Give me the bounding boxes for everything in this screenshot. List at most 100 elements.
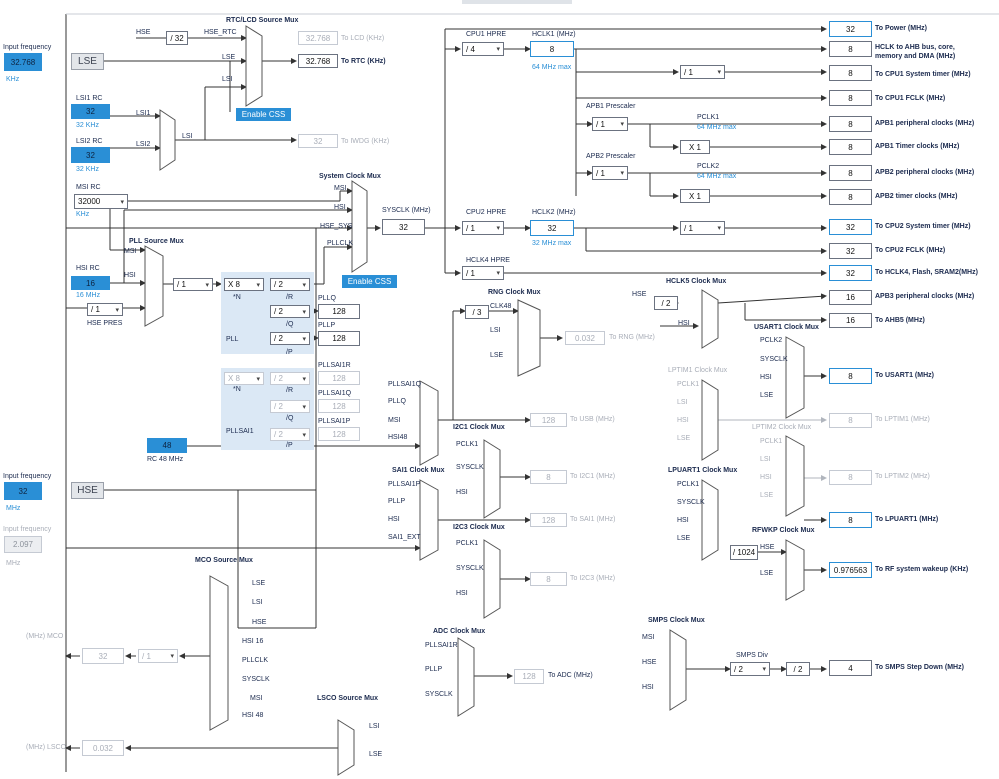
pll-hsi-label: HSI bbox=[124, 272, 136, 279]
adc-pllsai1r-label: PLLSAI1R bbox=[425, 642, 458, 649]
apb1-prescaler-dropdown[interactable]: / 1 ▾ bbox=[592, 117, 628, 131]
pll-n-value: X 8 bbox=[228, 280, 241, 289]
cpu1-hpre-dropdown[interactable]: / 4 ▾ bbox=[462, 42, 504, 56]
lse-input-frequency-field[interactable]: 32.768 bbox=[4, 53, 42, 71]
pllsai1r-label: PLLSAI1R bbox=[318, 362, 351, 369]
lsco-lse-label: LSE bbox=[369, 751, 383, 758]
mco-item-msi: MSI bbox=[250, 695, 263, 702]
rtc-lsi-label: LSI bbox=[222, 76, 233, 83]
pll-label: PLL bbox=[226, 336, 239, 343]
lpuart1-lse-label: LSE bbox=[677, 535, 691, 542]
usart1-lse-label: LSE bbox=[760, 392, 774, 399]
smps-div-dropdown[interactable]: / 2 ▾ bbox=[730, 662, 770, 676]
msi-frequency-dropdown[interactable]: 32000 ▾ bbox=[74, 194, 128, 209]
pllm-dropdown[interactable]: / 1 ▾ bbox=[173, 278, 213, 291]
i2c3-label: To I2C3 (MHz) bbox=[570, 575, 616, 582]
usart1-value[interactable]: 8 bbox=[829, 368, 872, 384]
hclk4-hpre-dropdown[interactable]: / 1 ▾ bbox=[462, 266, 504, 280]
pclk1-label: PCLK1 bbox=[697, 114, 720, 121]
chevron-down-icon: ▾ bbox=[762, 666, 766, 673]
rfwkp-value[interactable]: 0.976563 bbox=[829, 562, 872, 578]
i2c1-sysclk-label: SYSCLK bbox=[456, 464, 484, 471]
rfwkp-div: / 1024 bbox=[730, 545, 758, 560]
iwdg-label: To IWDG (KHz) bbox=[341, 138, 390, 145]
hse-pres-dropdown[interactable]: / 1 ▾ bbox=[87, 303, 123, 316]
lpuart1-mux-title: LPUART1 Clock Mux bbox=[668, 467, 738, 474]
hclk4-hpre-value: / 1 bbox=[466, 268, 475, 278]
lpuart1-value[interactable]: 8 bbox=[829, 512, 872, 528]
chevron-down-icon: ▾ bbox=[717, 225, 721, 232]
smps-div-label: SMPS Div bbox=[736, 652, 768, 659]
lse-block: LSE bbox=[71, 53, 104, 70]
hclk1-value[interactable]: 8 bbox=[530, 41, 574, 57]
hse-input-unit: MHz bbox=[6, 505, 21, 512]
hclk5-hse-label: HSE bbox=[632, 291, 647, 298]
output-value-cpu2-timer[interactable]: 32 bbox=[829, 219, 872, 235]
cpu2-hpre-dropdown[interactable]: / 1 ▾ bbox=[462, 221, 504, 235]
chevron-down-icon: ▾ bbox=[205, 281, 209, 289]
smps-value: 4 bbox=[829, 660, 872, 676]
pll-n-label: *N bbox=[233, 294, 241, 301]
hse-input-frequency-field[interactable]: 32 bbox=[4, 482, 42, 500]
clock-configuration-canvas: Input frequency 32.768 KHz LSE Input fre… bbox=[0, 0, 999, 779]
cpu2-timer-dropdown[interactable]: / 1 ▾ bbox=[680, 221, 725, 235]
pllm-value: / 1 bbox=[177, 280, 186, 289]
pllsai1-q-dropdown[interactable]: / 2 ▾ bbox=[270, 400, 310, 413]
lptim1-lsi-label: LSI bbox=[677, 399, 688, 406]
pll-source-title: PLL Source Mux bbox=[129, 238, 184, 245]
pll-r-dropdown[interactable]: / 2 ▾ bbox=[270, 278, 310, 291]
chevron-down-icon: ▾ bbox=[302, 431, 306, 439]
output-label-cpu2-fclk: To CPU2 FCLK (MHz) bbox=[875, 247, 946, 254]
chevron-down-icon: ▾ bbox=[302, 375, 306, 383]
mco-mux-title: MCO Source Mux bbox=[195, 557, 253, 564]
output-value-power[interactable]: 32 bbox=[829, 21, 872, 37]
iwdg-value: 32 bbox=[298, 134, 338, 148]
i2c3-hsi-label: HSI bbox=[456, 590, 468, 597]
lpuart1-sysclk-label: SYSCLK bbox=[677, 499, 705, 506]
i2c1-hsi-label: HSI bbox=[456, 489, 468, 496]
system-mux-title: System Clock Mux bbox=[319, 173, 381, 180]
hse-input-label: Input frequency bbox=[3, 473, 52, 480]
mco-item-hsi48: HSI 48 bbox=[242, 712, 264, 719]
pll-p-dropdown[interactable]: / 2 ▾ bbox=[270, 332, 310, 345]
lse-input-label: Input frequency bbox=[3, 44, 52, 51]
chevron-down-icon: ▾ bbox=[496, 225, 500, 232]
rtc-div32: / 32 bbox=[166, 31, 188, 45]
output-label-cpu1-timer: To CPU1 System timer (MHz) bbox=[875, 71, 971, 78]
apb2-prescaler-dropdown[interactable]: / 1 ▾ bbox=[592, 166, 628, 180]
ext-input-frequency-field[interactable]: 2.097 bbox=[4, 536, 42, 553]
sai1-hsi-label: HSI bbox=[388, 516, 400, 523]
mco-div-dropdown[interactable]: / 1 ▾ bbox=[138, 649, 178, 663]
chevron-down-icon: ▾ bbox=[302, 335, 306, 343]
rtc-enable-css-button[interactable]: Enable CSS bbox=[236, 108, 291, 121]
lptim2-lsi-label: LSI bbox=[760, 456, 771, 463]
pllsai1-p-dropdown[interactable]: / 2 ▾ bbox=[270, 428, 310, 441]
mco-item-pllclk: PLLCLK bbox=[242, 657, 269, 664]
mco-label: (MHz) MCO bbox=[26, 633, 64, 640]
rc48-value: 48 bbox=[147, 438, 187, 453]
i2c1-value: 8 bbox=[530, 470, 567, 484]
output-value-hclk4[interactable]: 32 bbox=[829, 265, 872, 281]
output-value-apb2-timer: 8 bbox=[829, 189, 872, 205]
sys-enable-css-button[interactable]: Enable CSS bbox=[342, 275, 397, 288]
pll-n-dropdown[interactable]: X 8 ▾ bbox=[224, 278, 264, 291]
pllsai1-r-dropdown[interactable]: / 2 ▾ bbox=[270, 372, 310, 385]
pll-q-dropdown[interactable]: / 2 ▾ bbox=[270, 305, 310, 318]
pllp-value: 128 bbox=[318, 331, 360, 346]
sysclk-value: 32 bbox=[382, 219, 425, 235]
pllsai1-n-dropdown[interactable]: X 8 ▾ bbox=[224, 372, 264, 385]
smps-mux-title: SMPS Clock Mux bbox=[648, 617, 705, 624]
lsi2-mux-label: LSI2 bbox=[136, 141, 151, 148]
rtc-lse-label: LSE bbox=[222, 54, 236, 61]
lsi1-mux-label: LSI1 bbox=[136, 110, 151, 117]
lptim2-lse-label: LSE bbox=[760, 492, 774, 499]
ext-input-unit: MHz bbox=[6, 560, 21, 567]
sys-pllclk-label: PLLCLK bbox=[327, 240, 354, 247]
hclk2-value[interactable]: 32 bbox=[530, 220, 574, 236]
output-label-apb2-timer: APB2 timer clocks (MHz) bbox=[875, 193, 958, 200]
chevron-down-icon: ▾ bbox=[115, 306, 119, 314]
lpuart1-pclk1-label: PCLK1 bbox=[677, 481, 700, 488]
sai1-value: 128 bbox=[530, 513, 567, 527]
cpu1-timer-dropdown[interactable]: / 1 ▾ bbox=[680, 65, 725, 79]
lpuart1-label: To LPUART1 (MHz) bbox=[875, 516, 939, 523]
